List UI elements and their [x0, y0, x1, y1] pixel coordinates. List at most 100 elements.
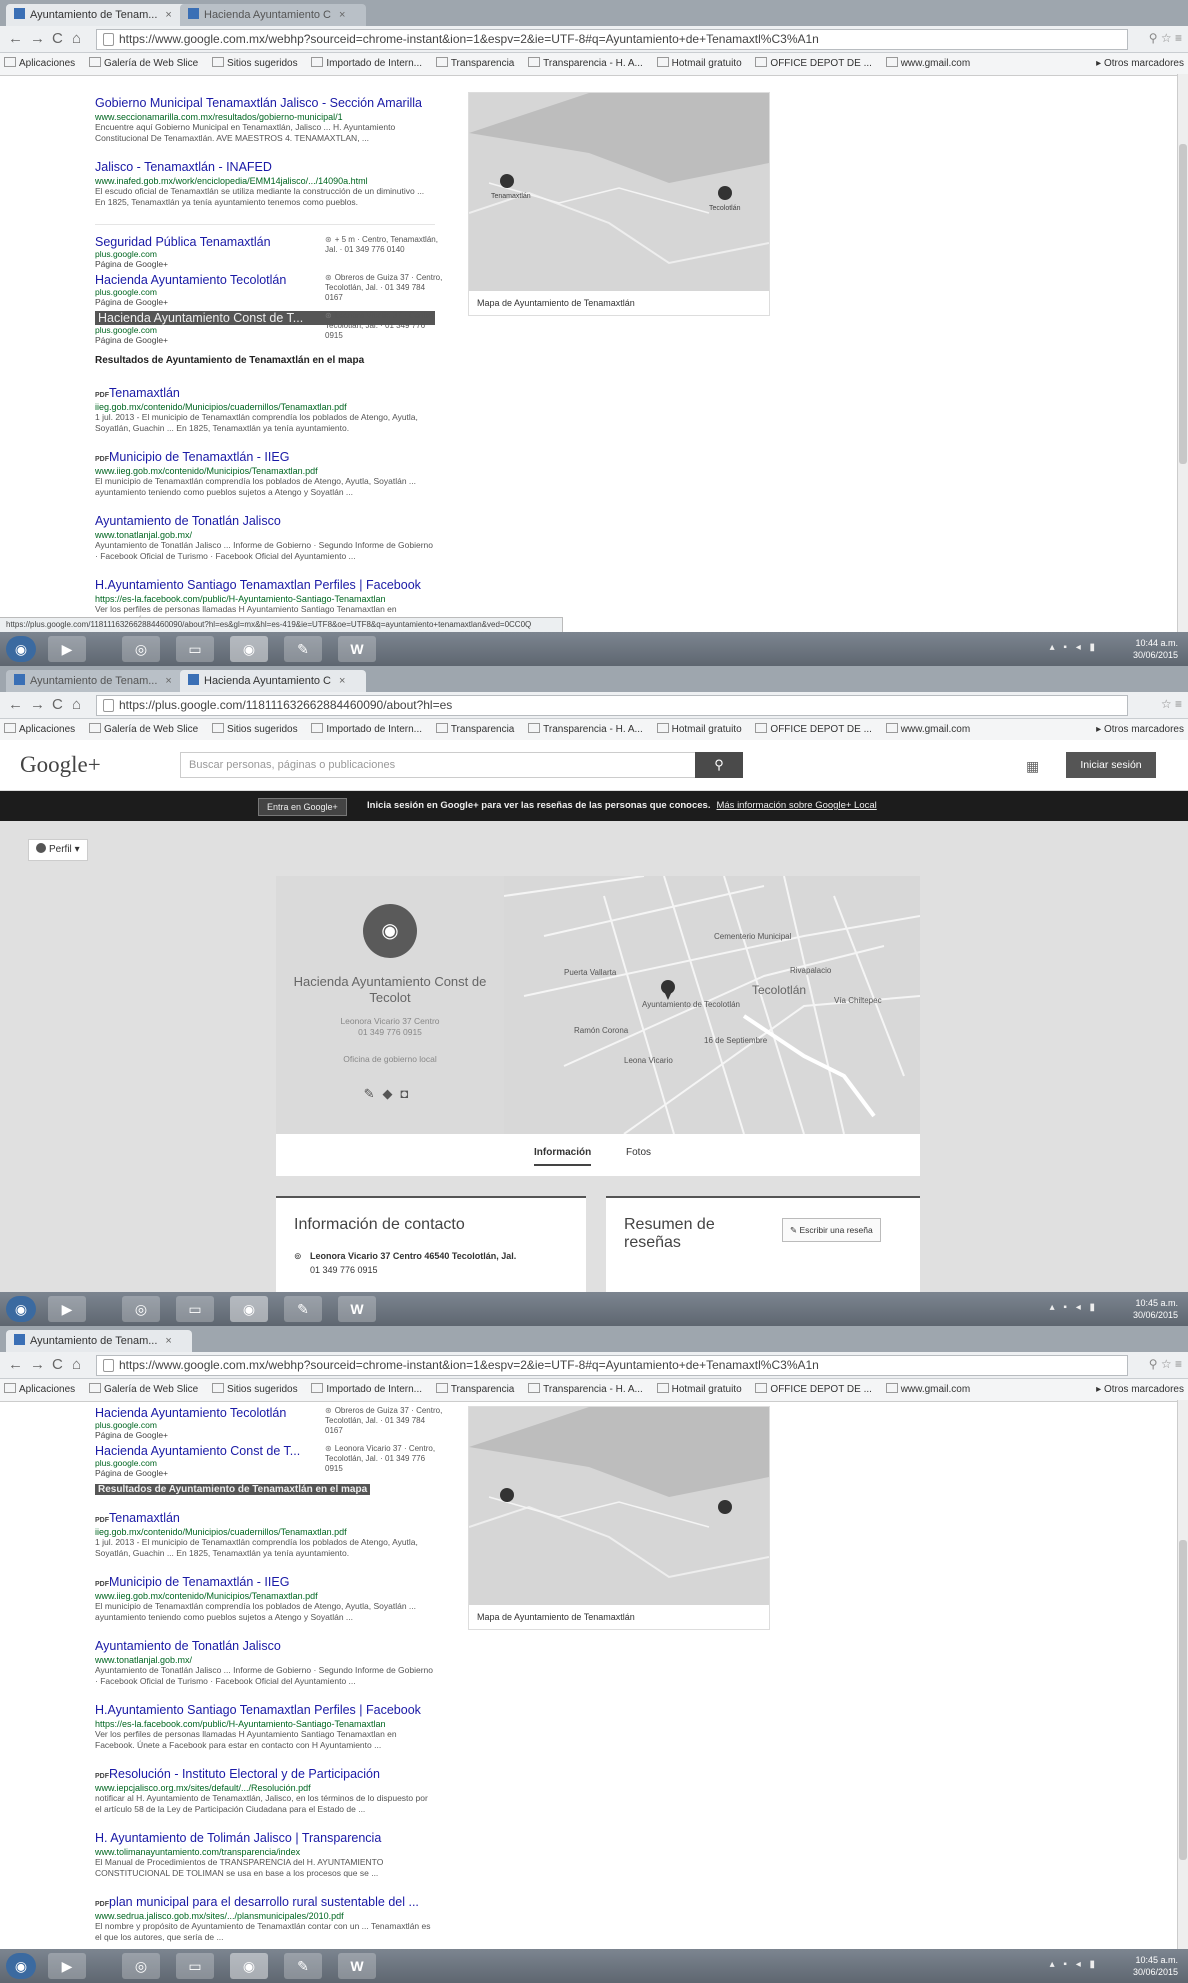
- scrollbar-thumb[interactable]: [1179, 144, 1187, 464]
- tab-hacienda[interactable]: Hacienda Ayuntamiento C ×: [180, 670, 366, 692]
- start-button[interactable]: ◉: [6, 636, 36, 662]
- paint-icon[interactable]: ✎: [284, 636, 322, 662]
- other-bookmarks[interactable]: ▸ Otros marcadores: [1096, 53, 1184, 75]
- bookmark-item[interactable]: Hotmail gratuito: [656, 1379, 742, 1401]
- result-title-link[interactable]: PDFTenamaxtlán: [95, 1511, 435, 1525]
- map-card[interactable]: Mapa de Ayuntamiento de Tenamaxtlán: [468, 1406, 770, 1630]
- directions-icon[interactable]: ◆: [383, 1086, 401, 1101]
- bookmark-item[interactable]: Importado de Intern...: [311, 53, 422, 75]
- map-results-link[interactable]: Resultados de Ayuntamiento de Tenamaxtlá…: [95, 355, 435, 366]
- close-icon[interactable]: ×: [165, 675, 171, 687]
- bookmark-item[interactable]: Aplicaciones: [4, 53, 75, 75]
- forward-arrow-icon[interactable]: →: [30, 30, 45, 47]
- google-plus-logo[interactable]: Google+: [20, 752, 101, 778]
- folder-icon[interactable]: ▭: [176, 1953, 214, 1979]
- search-input[interactable]: Buscar personas, páginas o publicaciones: [180, 752, 705, 778]
- tab-informacion[interactable]: Información: [534, 1147, 592, 1166]
- bookmark-item[interactable]: Transparencia: [435, 719, 514, 741]
- system-tray-icons[interactable]: ▴ ▪ ◂ ▮: [1050, 1302, 1098, 1313]
- scrollbar[interactable]: [1177, 1400, 1188, 1949]
- word-icon[interactable]: W: [338, 636, 376, 662]
- result-title-link[interactable]: H. Ayuntamiento de Tolimán Jalisco | Tra…: [95, 1831, 435, 1845]
- bookmark-item[interactable]: Hotmail gratuito: [656, 719, 742, 741]
- bookmark-item[interactable]: Importado de Intern...: [311, 719, 422, 741]
- camera-icon[interactable]: ◉: [363, 904, 417, 958]
- back-arrow-icon[interactable]: ←: [8, 696, 23, 713]
- bookmark-item[interactable]: Transparencia - H. A...: [528, 1379, 643, 1401]
- other-bookmarks[interactable]: ▸ Otros marcadores: [1096, 719, 1184, 741]
- edit-icon[interactable]: ✎: [364, 1086, 383, 1101]
- close-icon[interactable]: ×: [165, 1335, 171, 1347]
- bookmark-item[interactable]: Sitios sugeridos: [212, 53, 298, 75]
- bookmark-item[interactable]: Transparencia: [435, 53, 514, 75]
- enter-google-plus-button[interactable]: Entra en Google+: [258, 798, 347, 816]
- address-bar[interactable]: https://www.google.com.mx/webhp?sourceid…: [96, 29, 1128, 50]
- place-map[interactable]: Tecolotlán Cementerio Municipal Ayuntami…: [504, 876, 920, 1134]
- scrollbar-thumb[interactable]: [1179, 1540, 1187, 1860]
- home-icon[interactable]: ⌂: [72, 30, 81, 47]
- reload-icon[interactable]: C: [52, 1356, 63, 1373]
- system-tray-icons[interactable]: ▴ ▪ ◂ ▮: [1050, 1959, 1098, 1970]
- tab-fotos[interactable]: Fotos: [626, 1147, 651, 1158]
- bookmark-item[interactable]: Sitios sugeridos: [212, 719, 298, 741]
- result-title-link[interactable]: Gobierno Municipal Tenamaxtlán Jalisco -…: [95, 96, 435, 110]
- tab-search[interactable]: Ayuntamiento de Tenam... ×: [6, 1330, 192, 1352]
- bookmark-item[interactable]: Transparencia: [435, 1379, 514, 1401]
- start-button[interactable]: ◉: [6, 1296, 36, 1322]
- chrome-icon[interactable]: ◉: [230, 1296, 268, 1322]
- bookmark-item[interactable]: Aplicaciones: [4, 1379, 75, 1401]
- paint-icon[interactable]: ✎: [284, 1953, 322, 1979]
- bookmark-item[interactable]: Sitios sugeridos: [212, 1379, 298, 1401]
- close-icon[interactable]: ×: [339, 9, 345, 21]
- result-title-link[interactable]: H.Ayuntamiento Santiago Tenamaxtlan Perf…: [95, 1703, 435, 1717]
- tab-search[interactable]: Ayuntamiento de Tenam... ×: [6, 670, 192, 692]
- result-title-link[interactable]: Jalisco - Tenamaxtlán - INAFED: [95, 160, 435, 174]
- more-info-link[interactable]: Más información sobre Google+ Local: [716, 800, 876, 811]
- taskbar-clock[interactable]: 10:45 a.m. 30/06/2015: [1133, 1954, 1178, 1978]
- bookmark-item[interactable]: www.gmail.com: [885, 719, 970, 741]
- paint-icon[interactable]: ✎: [284, 1296, 322, 1322]
- back-arrow-icon[interactable]: ←: [8, 30, 23, 47]
- bookmark-item[interactable]: OFFICE DEPOT DE ...: [755, 1379, 872, 1401]
- taskbar-clock[interactable]: 10:44 a.m. 30/06/2015: [1133, 637, 1178, 661]
- folder-icon[interactable]: ▭: [176, 1296, 214, 1322]
- bookmark-item[interactable]: Galería de Web Slice: [88, 1379, 198, 1401]
- result-title-link[interactable]: Ayuntamiento de Tonatlán Jalisco: [95, 514, 435, 528]
- photo-icon[interactable]: ◘: [401, 1086, 417, 1101]
- close-icon[interactable]: ×: [339, 675, 345, 687]
- bookmark-item[interactable]: OFFICE DEPOT DE ...: [755, 719, 872, 741]
- reload-icon[interactable]: C: [52, 696, 63, 713]
- sign-in-button[interactable]: Iniciar sesión: [1066, 752, 1156, 778]
- map-caption[interactable]: Mapa de Ayuntamiento de Tenamaxtlán: [469, 291, 769, 315]
- media-player-icon[interactable]: ▶: [48, 1296, 86, 1322]
- result-title-link[interactable]: Ayuntamiento de Tonatlán Jalisco: [95, 1639, 435, 1653]
- media-player-icon[interactable]: ▶: [48, 1953, 86, 1979]
- tab-hacienda[interactable]: Hacienda Ayuntamiento C ×: [180, 4, 366, 26]
- result-title-link[interactable]: PDFResolución - Instituto Electoral y de…: [95, 1767, 435, 1781]
- address-bar[interactable]: https://www.google.com.mx/webhp?sourceid…: [96, 1355, 1128, 1376]
- bookmark-star-icon[interactable]: ☆ ≡: [1161, 697, 1182, 711]
- map-caption[interactable]: Mapa de Ayuntamiento de Tenamaxtlán: [469, 1605, 769, 1629]
- bookmark-item[interactable]: Importado de Intern...: [311, 1379, 422, 1401]
- system-tray-icons[interactable]: ▴ ▪ ◂ ▮: [1050, 642, 1098, 653]
- bookmark-item[interactable]: www.gmail.com: [885, 1379, 970, 1401]
- bookmark-item[interactable]: Transparencia - H. A...: [528, 53, 643, 75]
- result-title-link[interactable]: PDFplan municipal para el desarrollo rur…: [95, 1895, 435, 1909]
- bookmark-item[interactable]: www.gmail.com: [885, 53, 970, 75]
- result-title-link[interactable]: H.Ayuntamiento Santiago Tenamaxtlan Perf…: [95, 578, 435, 592]
- map-card[interactable]: Tenamaxtlán Tecolotlán Mapa de Ayuntamie…: [468, 92, 770, 316]
- map-results-link[interactable]: Resultados de Ayuntamiento de Tenamaxtlá…: [95, 1484, 435, 1495]
- map-image[interactable]: [469, 1407, 769, 1605]
- result-title-link[interactable]: PDFTenamaxtlán: [95, 386, 435, 400]
- scrollbar[interactable]: [1177, 74, 1188, 632]
- bookmark-item[interactable]: OFFICE DEPOT DE ...: [755, 53, 872, 75]
- result-title-link[interactable]: PDFMunicipio de Tenamaxtlán - IIEG: [95, 450, 435, 464]
- zoom-bookmark-star-icon[interactable]: ⚲ ☆ ≡: [1149, 1357, 1182, 1371]
- forward-arrow-icon[interactable]: →: [30, 696, 45, 713]
- chrome-icon[interactable]: ◉: [230, 636, 268, 662]
- home-icon[interactable]: ⌂: [72, 696, 81, 713]
- other-bookmarks[interactable]: ▸ Otros marcadores: [1096, 1379, 1184, 1401]
- map-image[interactable]: Tenamaxtlán Tecolotlán: [469, 93, 769, 291]
- address-bar[interactable]: https://plus.google.com/1181116326628844…: [96, 695, 1128, 716]
- zoom-bookmark-star-icon[interactable]: ⚲ ☆ ≡: [1149, 31, 1182, 45]
